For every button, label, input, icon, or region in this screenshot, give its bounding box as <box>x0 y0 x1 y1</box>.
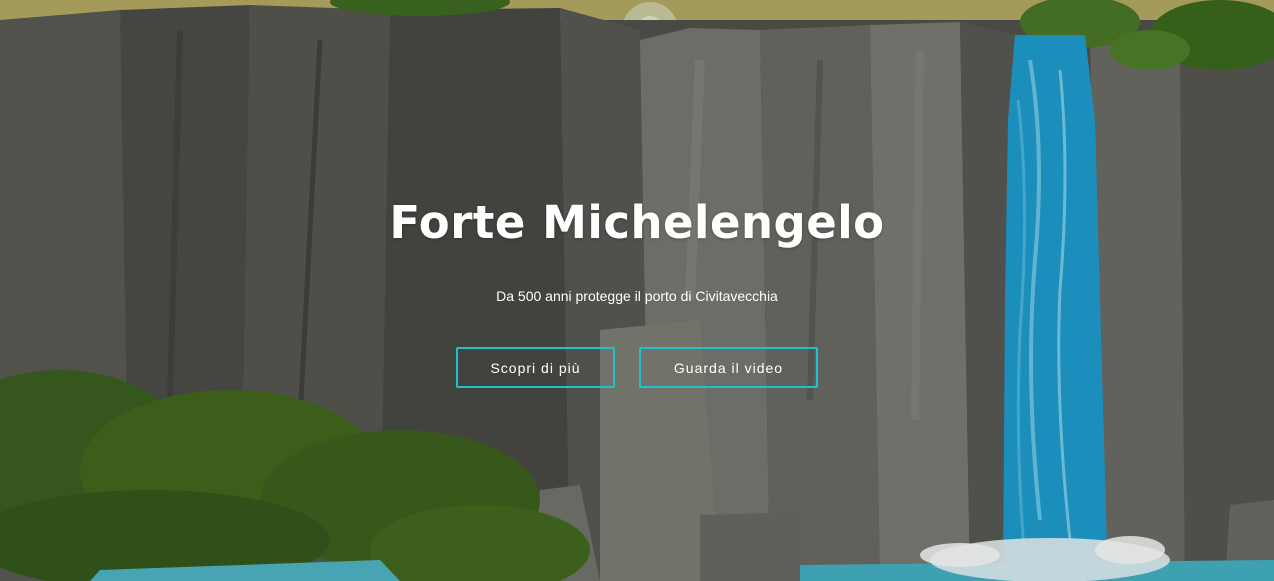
learn-more-button[interactable]: Scopri di più <box>456 347 615 388</box>
hero-section: Forte Michelengelo Da 500 anni protegge … <box>0 0 1274 581</box>
page-title: Forte Michelengelo <box>389 196 885 249</box>
page-subtitle: Da 500 anni protegge il porto di Civitav… <box>496 288 778 304</box>
hero-content: Forte Michelengelo Da 500 anni protegge … <box>0 0 1274 581</box>
watch-video-button[interactable]: Guarda il video <box>639 347 818 388</box>
